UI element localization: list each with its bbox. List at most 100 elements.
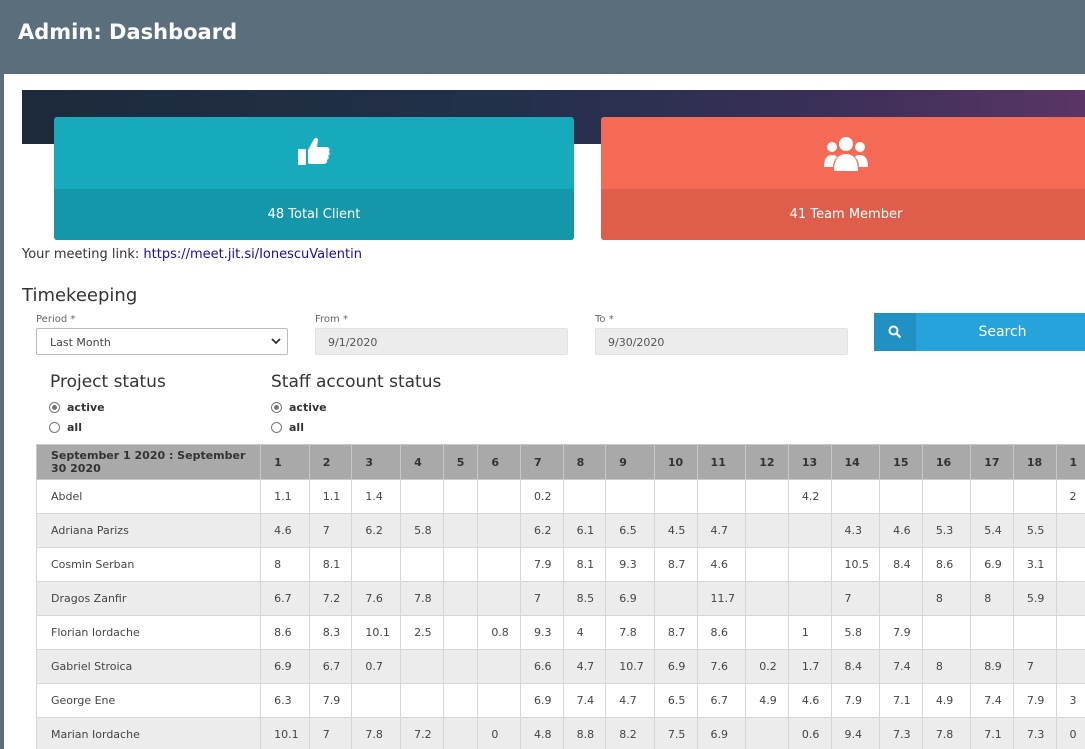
staff-name-cell: Marian Iordache [36,717,262,749]
to-date-input[interactable]: 9/30/2020 [595,328,848,355]
day-header: 6 [477,444,521,480]
hours-cell: 4.7 [562,649,607,684]
hours-cell: 5.8 [400,513,444,548]
hours-cell: 7.8 [921,717,972,749]
hours-cell [1012,479,1057,514]
hours-cell [1055,547,1085,582]
hours-cell: 7.9 [879,615,923,650]
hours-cell [477,479,521,514]
hours-cell [351,547,402,582]
hours-cell [400,547,444,582]
hours-cell [442,615,479,650]
hours-cell [921,479,972,514]
hours-cell [970,479,1014,514]
hours-cell: 4.6 [696,547,747,582]
hours-cell: 6.7 [696,683,747,718]
team-member-card[interactable]: 41 Team Member [601,117,1085,240]
hours-cell: 7.3 [1012,717,1057,749]
hours-cell: 0.7 [351,649,402,684]
hours-cell [400,479,444,514]
hours-cell: 4.7 [605,683,655,718]
hours-cell: 8.7 [653,547,698,582]
hours-cell: 7.2 [400,717,444,749]
table-row: Marian Iordache 10.1 7 7.8 7.2 0 4.8 8.8 8.2 7.5 6… [36,717,1085,749]
hours-cell: 4 [562,615,607,650]
hours-cell: 6.9 [970,547,1014,582]
staff-name-cell: Gabriel Stroica [36,649,262,684]
day-header: 5 [442,444,479,480]
hours-cell: 6.5 [653,683,698,718]
hours-cell [1012,615,1057,650]
hours-cell: 6.7 [308,649,353,684]
hours-cell: 6.9 [605,581,655,616]
hours-cell: 7 [519,581,564,616]
period-label: Period * [36,314,76,325]
hours-cell [1055,615,1085,650]
hours-cell: 7.9 [519,547,564,582]
hours-cell: 8.6 [260,615,310,650]
table-row: Florian Iordache 8.6 8.3 10.1 2.5 0.8 9.3 4 7.8 8… [36,615,1085,650]
meeting-link[interactable]: https://meet.jit.si/IonescuValentin [143,247,362,262]
hours-cell: 5.5 [1012,513,1057,548]
radio-label: all [289,421,304,434]
staff-name-cell: Cosmin Serban [36,547,262,582]
hours-cell: 7.8 [351,717,402,749]
from-date-input[interactable]: 9/1/2020 [315,328,568,355]
hours-cell: 5.8 [830,615,881,650]
hours-cell [477,513,521,548]
hours-cell: 1 [787,615,832,650]
hours-cell: 4.9 [745,683,789,718]
day-header: 17 [970,444,1014,480]
day-header: 11 [696,444,747,480]
hours-cell [400,683,444,718]
table-row: Adriana Parizs 4.6 7 6.2 5.8 6.2 6.1 6.5 4.5 4.7 4… [36,513,1085,548]
hours-cell: 7.5 [653,717,698,749]
staff-status-active-radio[interactable]: active [271,401,327,414]
hours-cell [442,683,479,718]
day-header: 15 [879,444,923,480]
team-member-label: 41 Team Member [601,189,1085,240]
hours-cell [477,547,521,582]
hours-cell: 10.1 [351,615,402,650]
hours-cell: 7.6 [351,581,402,616]
meeting-link-label: Your meeting link: [22,247,140,262]
project-status-active-radio[interactable]: active [49,401,105,414]
period-select[interactable]: Last Month [36,328,288,355]
hours-cell: 7.6 [696,649,747,684]
hours-cell: 10.5 [830,547,881,582]
hours-cell [442,513,479,548]
hours-cell: 6.5 [605,513,655,548]
hours-cell: 3.1 [1012,547,1057,582]
hours-cell: 7.9 [308,683,353,718]
timekeeping-table-container[interactable]: September 1 2020 : September 30 2020 123… [36,444,1085,749]
hours-cell: 1.1 [308,479,353,514]
total-client-label: 48 Total Client [54,189,574,240]
hours-cell: 7.4 [879,649,923,684]
search-button[interactable]: Search [874,313,1085,351]
hours-cell: 7.1 [879,683,923,718]
hours-cell: 8.2 [605,717,655,749]
hours-cell: 8.1 [562,547,607,582]
total-client-card[interactable]: 48 Total Client [54,117,574,240]
day-header: 8 [562,444,607,480]
hours-cell [787,513,832,548]
staff-name-cell: Abdel [36,479,262,514]
hours-cell: 7.9 [830,683,881,718]
hours-cell: 7.1 [970,717,1014,749]
project-status-all-radio[interactable]: all [49,421,82,434]
hours-cell: 7.3 [879,717,923,749]
hours-cell [745,717,789,749]
hours-cell: 9.4 [830,717,881,749]
hours-cell: 8 [260,547,310,582]
staff-status-all-radio[interactable]: all [271,421,304,434]
hours-cell: 7.2 [308,581,353,616]
radio-label: active [289,401,327,414]
hours-cell [787,581,832,616]
day-header: 1 [260,444,310,480]
hours-cell [830,479,881,514]
hours-cell: 4.5 [653,513,698,548]
timekeeping-table: September 1 2020 : September 30 2020 123… [36,444,1085,749]
hours-cell: 4.7 [696,513,747,548]
hours-cell: 5.3 [921,513,972,548]
hours-cell: 8 [970,581,1014,616]
